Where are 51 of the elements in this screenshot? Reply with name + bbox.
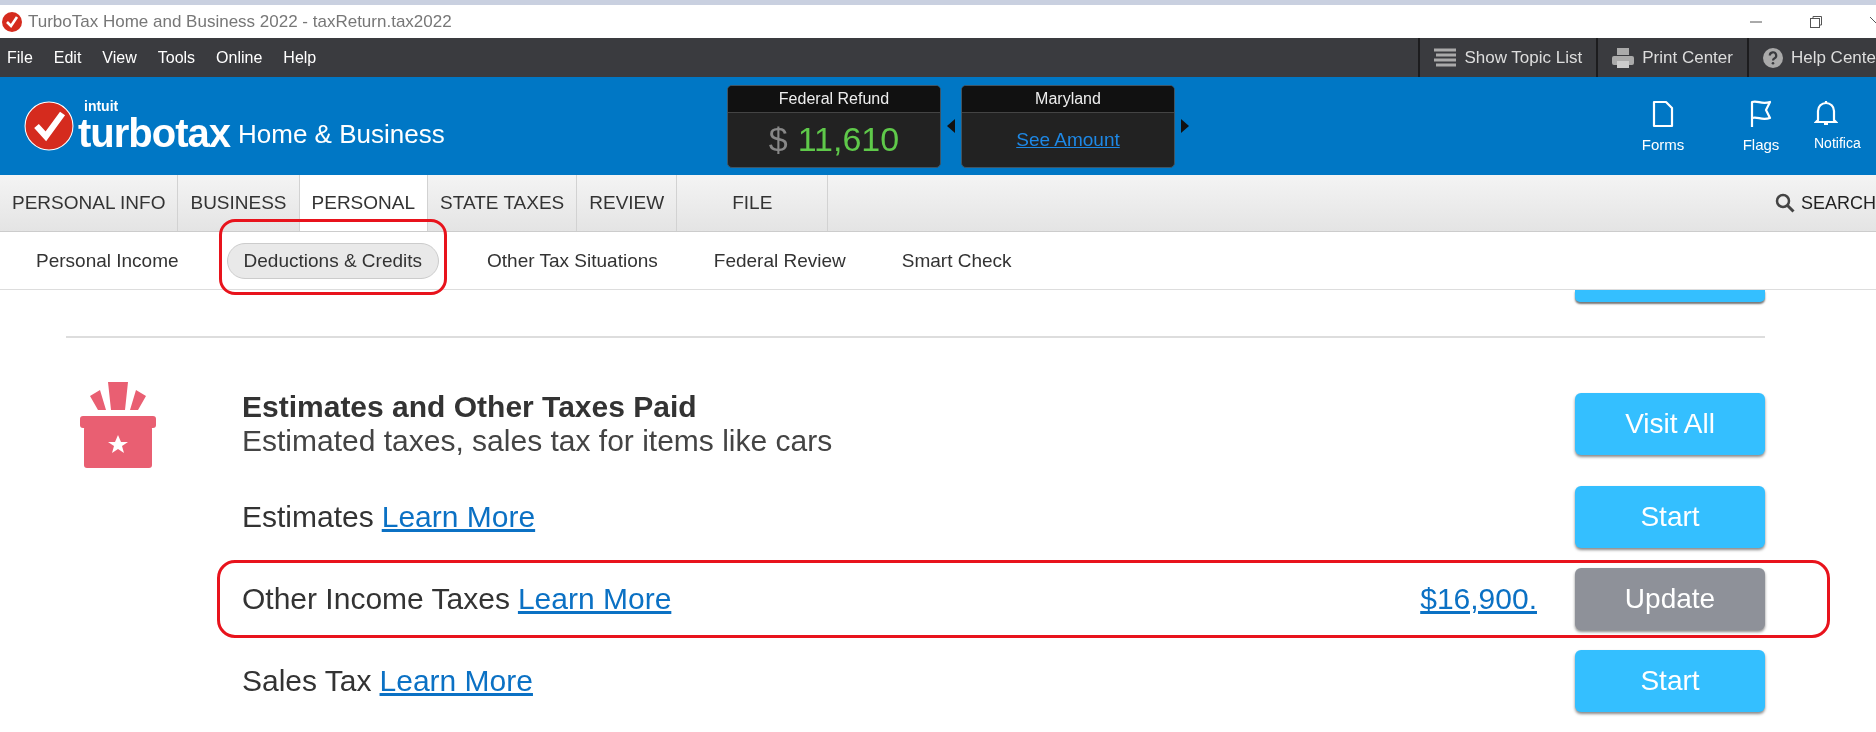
sub-tab[interactable]: Federal Review [705,243,854,278]
learn-more-link[interactable]: Learn More [381,500,536,534]
menu-item[interactable]: Help [283,48,317,67]
row-label: Other Income Taxes [242,582,510,616]
menu-item[interactable]: Tools [157,48,196,67]
flag-icon [1749,99,1773,128]
printer-icon [1612,47,1635,68]
turbotax-logo-icon [24,101,74,151]
nav-tab[interactable]: FILE [677,175,829,231]
amount-link[interactable]: $16,900. [1420,582,1537,616]
restore-icon[interactable] [1808,13,1824,30]
menu-item[interactable]: Online [216,48,263,67]
search-icon [1775,193,1795,213]
search-button[interactable]: SEARCH [1775,175,1876,231]
see-amount-link[interactable]: See Amount [1016,128,1120,151]
gift-box-icon [80,382,156,468]
row-label: Sales Tax [242,664,372,698]
section-title: Estimates and Other Taxes Paid [242,390,698,424]
section-subtitle: Estimated taxes, sales tax for items like cars [242,424,833,458]
brand-intuit: intuit [84,99,120,113]
header-icon-button[interactable]: Forms [1614,98,1712,154]
document-icon [1652,99,1674,128]
learn-more-link[interactable]: Learn More [517,582,672,616]
menu-item[interactable]: File [7,48,33,67]
sub-tab[interactable]: Deductions & Credits [226,242,440,279]
learn-more-link[interactable]: Learn More [379,664,533,698]
menu-item[interactable]: Edit [53,48,82,67]
brand-edition: Home & Business [238,119,445,150]
panel-title: Federal Refund [728,85,940,113]
left-arrow-icon[interactable] [947,119,955,133]
sub-tab[interactable]: Personal Income [28,243,187,278]
refund-amount: 11,610 [797,120,900,159]
bell-icon [1814,98,1838,127]
currency-sign: $ [768,120,788,159]
nav-tab[interactable]: PERSONAL INFO [0,175,179,231]
list-icon [1434,47,1457,68]
nav-tab[interactable]: STATE TAXES [428,175,578,231]
nav-tab[interactable]: PERSONAL [299,175,429,231]
header-icon-button[interactable]: Notifica [1810,98,1876,154]
nav-tab[interactable]: BUSINESS [178,175,300,231]
sub-tab[interactable]: Other Tax Situations [479,243,666,278]
header-icon-button[interactable]: Flags [1712,98,1810,154]
row-label: Estimates [242,500,374,534]
brand-name: turbotax [78,113,230,153]
help-icon [1762,47,1783,68]
panel-title: Maryland [962,85,1174,113]
menu-item[interactable]: View [102,48,137,67]
window-title: TurboTax Home and Business 2022 - taxReturn.tax2022 [28,11,452,32]
sub-tab[interactable]: Smart Check [893,243,1020,278]
nav-tab[interactable]: REVIEW [577,175,678,231]
right-arrow-icon[interactable] [1181,119,1189,133]
